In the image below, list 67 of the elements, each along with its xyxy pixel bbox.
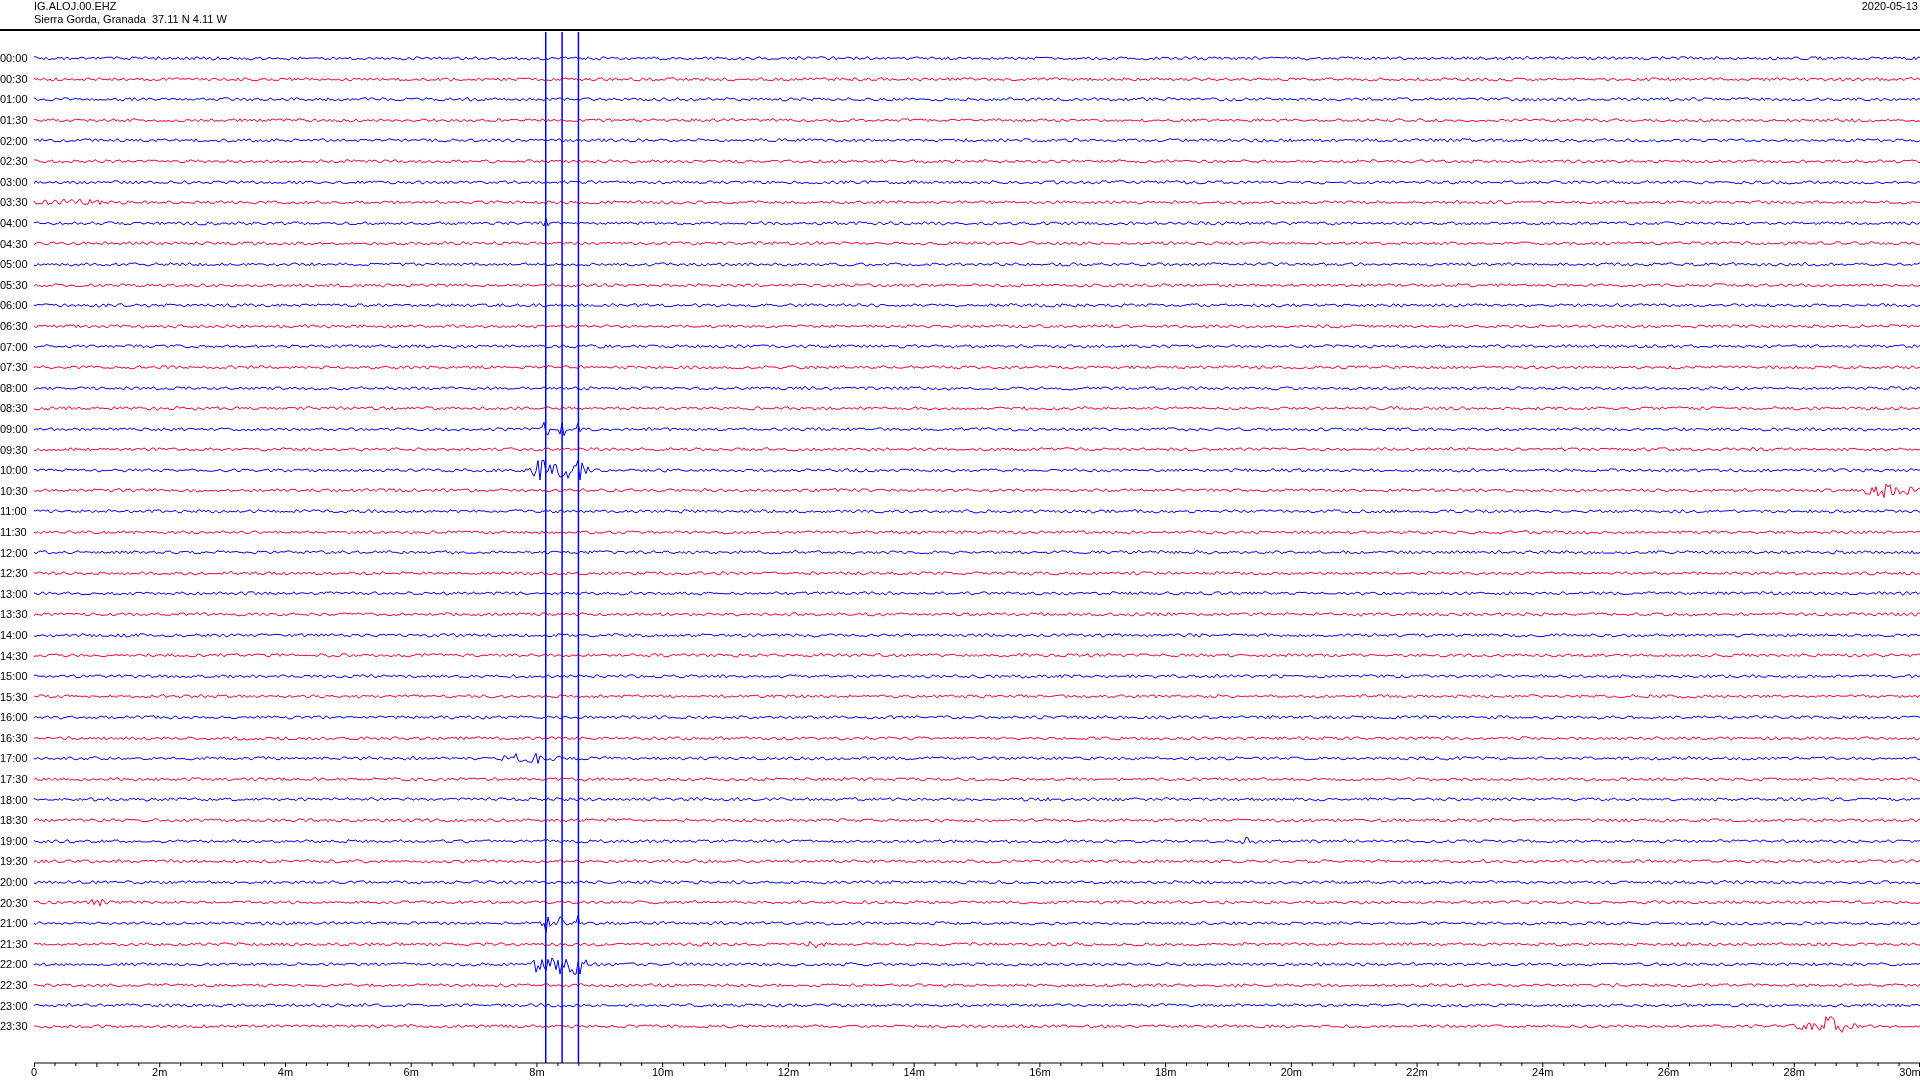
station-code: IG.ALOJ.00.EHZ: [34, 0, 118, 13]
time-label: 04:30: [0, 237, 29, 250]
time-label: 16:30: [0, 731, 29, 744]
axis-label: 2m: [152, 1066, 168, 1078]
time-label: 01:30: [0, 114, 29, 127]
time-label: 06:30: [0, 320, 29, 332]
axis-label: 28m: [1783, 1066, 1805, 1078]
time-label: 00:00: [0, 52, 29, 65]
axis-label: 6m: [403, 1066, 419, 1078]
time-label: 05:30: [0, 278, 29, 291]
time-label: 17:30: [0, 773, 29, 786]
axis-label: 14m: [903, 1066, 925, 1078]
time-label: 16:00: [0, 711, 29, 724]
time-label: 10:00: [0, 464, 29, 477]
time-label: 09:30: [0, 443, 29, 456]
axis-label: 10m: [651, 1066, 674, 1078]
time-label: 21:00: [0, 917, 29, 930]
axis-label: 18m: [1154, 1066, 1177, 1078]
time-label: 14:30: [0, 649, 29, 662]
time-label: 11:00: [0, 505, 28, 518]
time-label: 17:00: [0, 752, 29, 765]
time-label: 20:30: [0, 896, 29, 909]
time-label: 02:30: [0, 155, 29, 168]
axis-label: 20m: [1280, 1066, 1303, 1078]
time-label: 12:30: [0, 567, 29, 580]
station-location: Sierra Gorda, Granada 37.11 N 4.11 W: [34, 13, 227, 26]
time-label: 23:00: [0, 999, 29, 1012]
axis-label: 12m: [777, 1066, 800, 1078]
axis-label: 24m: [1532, 1066, 1554, 1078]
time-label: 04:00: [0, 217, 29, 230]
axis-label: 4m: [277, 1066, 294, 1078]
time-label: 10:30: [0, 484, 29, 497]
time-label: 23:30: [0, 1020, 29, 1033]
time-label: 13:00: [0, 587, 29, 600]
time-label: 03:00: [0, 175, 29, 188]
time-label: 21:30: [0, 937, 29, 950]
time-label: 09:00: [0, 423, 29, 435]
time-label: 08:00: [0, 381, 29, 394]
time-label: 22:30: [0, 979, 29, 991]
time-label: 08:30: [0, 402, 29, 415]
time-label: 05:00: [0, 258, 29, 271]
axis-label: 30m: [1899, 1066, 1920, 1078]
time-label: 11:30: [0, 525, 28, 538]
time-label: 20:00: [0, 876, 29, 889]
time-label: 14:00: [0, 628, 29, 641]
time-label: 07:30: [0, 361, 29, 374]
time-label: 03:30: [0, 196, 29, 209]
axis-label: 0: [30, 1066, 38, 1078]
time-label: 15:30: [0, 690, 29, 703]
time-label: 01:00: [0, 93, 29, 106]
axis-label: 8m: [529, 1066, 545, 1078]
time-label: 18:30: [0, 814, 29, 827]
axis-label: 22m: [1406, 1066, 1428, 1078]
time-label: 06:00: [0, 299, 29, 312]
time-label: 19:00: [0, 834, 29, 847]
time-label: 13:30: [0, 608, 29, 621]
time-label: 15:00: [0, 670, 29, 683]
time-label: 19:30: [0, 855, 29, 868]
axis-label: 26m: [1657, 1066, 1680, 1078]
time-label: 02:00: [0, 134, 29, 147]
plot-date: 2020-05-13: [1861, 0, 1918, 13]
time-label: 18:00: [0, 793, 29, 806]
time-label: 12:00: [0, 546, 29, 559]
time-label: 22:00: [0, 958, 29, 971]
time-label: 07:00: [0, 340, 29, 353]
axis-label: 16m: [1029, 1066, 1051, 1078]
time-label: 00:30: [0, 72, 29, 85]
